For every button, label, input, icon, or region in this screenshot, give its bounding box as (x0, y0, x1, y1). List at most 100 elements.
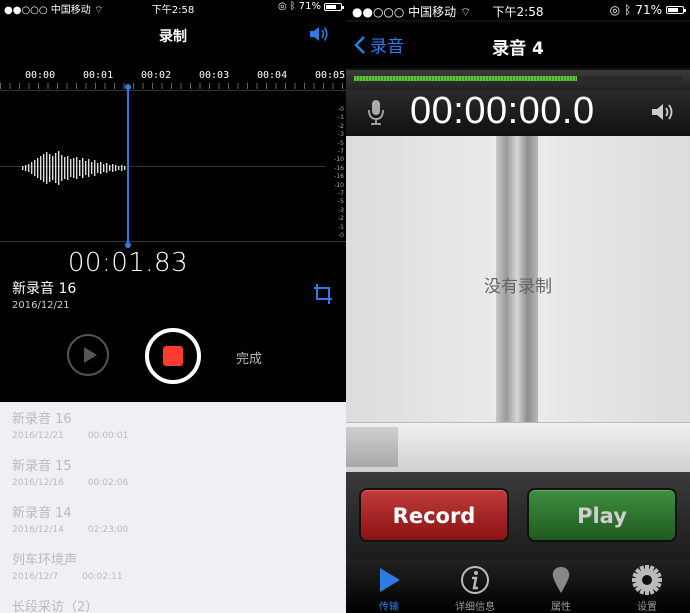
waveform-bar (97, 163, 99, 173)
playhead[interactable] (127, 86, 129, 246)
decibel-label: -1 (338, 114, 344, 122)
level-meter-strip (346, 70, 690, 92)
tab-properties[interactable]: 属性 (518, 564, 604, 613)
waveform-bar (25, 165, 27, 171)
gear-icon (632, 565, 662, 595)
waveform-bar (22, 166, 24, 170)
waveform-bar (55, 153, 57, 183)
bluetooth-icon: ᛒ (289, 1, 296, 12)
location-icon: ◎ (278, 1, 287, 12)
decibel-label: -7 (338, 148, 344, 156)
tab-settings[interactable]: 设置 (604, 564, 690, 613)
battery-percent: 71% (635, 3, 662, 17)
waveform-bar (124, 166, 126, 170)
stop-record-button[interactable] (145, 328, 201, 384)
speaker-icon[interactable] (650, 101, 676, 123)
control-buttons-area: Record Play (346, 472, 690, 560)
tab-transport[interactable]: 传输 (346, 564, 432, 613)
play-button[interactable]: Play (527, 488, 677, 542)
status-right: ◎ ᛒ 71% (278, 1, 344, 12)
waveform-bar (46, 152, 48, 184)
tab-details[interactable]: 详细信息 (432, 564, 518, 613)
decibel-label: -0 (338, 232, 344, 240)
battery-icon (666, 6, 686, 14)
list-item[interactable]: 新录音 15 2016/12/16 00:02:06 (12, 455, 332, 488)
decibel-label: -7 (338, 190, 344, 198)
speaker-icon[interactable] (308, 25, 330, 43)
stop-icon (163, 346, 183, 366)
recording-timer: 00:00:00.0 (410, 90, 595, 132)
status-bar: ●●○○○ 中国移动 ⌔ 下午2:58 ◎ ᛒ 71% (0, 0, 346, 16)
timeline-ruler[interactable]: 00:00 00:01 00:02 00:03 00:04 00:05 (0, 70, 346, 89)
location-icon: ◎ (609, 3, 621, 17)
waveform-bar (121, 165, 123, 171)
waveform-bar (43, 154, 45, 182)
waveform (22, 151, 129, 185)
tab-label: 属性 (551, 602, 571, 613)
voice-memos-recording-screen: ●●○○○ 中国移动 ⌔ 下午2:58 ◎ ᛒ 71% 录制 00:00 00:0… (0, 0, 346, 613)
empty-state-text: 没有录制 (484, 277, 552, 297)
decibel-label: -5 (338, 139, 344, 147)
list-item-date: 2016/12/14 (12, 525, 64, 535)
waveform-bar (49, 154, 51, 182)
list-item-duration: 00:02:11 (82, 572, 123, 582)
list-item[interactable]: 长段采访（2） (12, 596, 332, 613)
list-item-duration: 00:00:01 (87, 431, 129, 441)
timeline-label: 00:02 (141, 70, 172, 81)
waveform-bar (40, 156, 42, 180)
decibel-label: -16 (334, 173, 344, 181)
list-item-meta: 2016/12/14 02:23:00 (12, 525, 332, 535)
timeline-ticks (0, 83, 346, 89)
tab-label: 设置 (637, 602, 657, 613)
waveform-bar (88, 159, 90, 177)
waveform-bar (31, 162, 33, 174)
waveform-bar (64, 157, 66, 179)
waveform-bar (37, 158, 39, 178)
horizontal-rail-decoration (346, 422, 690, 472)
waveform-bar (82, 158, 84, 178)
waveform-bar (73, 158, 75, 178)
play-button[interactable] (67, 334, 109, 376)
waveform-bar (79, 160, 81, 176)
trim-icon[interactable] (312, 282, 334, 306)
list-item-duration: 02:23:00 (87, 525, 129, 535)
list-item-name: 列车环境声 (12, 553, 78, 568)
list-item-name: 长段采访（2） (12, 600, 99, 613)
list-item[interactable]: 列车环境声 2016/12/7 00:02:11 (12, 549, 332, 582)
level-meter (354, 76, 682, 81)
waveform-bar (70, 159, 72, 177)
recordings-content-area: 没有录制 (346, 136, 690, 472)
decibel-label: -10 (334, 181, 344, 189)
battery-percent: 71% (298, 1, 321, 12)
waveform-bar (100, 162, 102, 174)
status-right: ◎ ᛒ 71% (609, 3, 686, 17)
waveform-bar (118, 166, 120, 170)
waveform-bar (52, 156, 54, 180)
waveform-bar (103, 164, 105, 172)
list-item-name: 新录音 16 (12, 412, 72, 427)
waveform-bar (76, 157, 78, 179)
list-item[interactable]: 新录音 16 2016/12/21 00:00:01 (12, 408, 332, 441)
decibel-label: -16 (334, 164, 344, 172)
decibel-label: -3 (338, 206, 344, 214)
recording-name[interactable]: 新录音 16 (12, 278, 76, 298)
timeline-label: 00:05 (315, 70, 346, 81)
recordings-list[interactable]: 新录音 16 2016/12/21 00:00:01 新录音 15 2016/12/16… (0, 402, 346, 613)
done-button[interactable]: 完成 (236, 348, 262, 367)
waveform-bar (109, 165, 111, 171)
timeline-label: 00:00 (25, 70, 56, 81)
list-item-name: 新录音 15 (12, 459, 72, 474)
waveform-bar (91, 162, 93, 174)
status-bar: ●●○○○ 中国移动 ⌔ 下午2:58 ◎ ᛒ 71% (346, 0, 690, 20)
list-item-meta: 2016/12/7 00:02:11 (12, 572, 332, 582)
waveform-bar (85, 161, 87, 175)
recorder-app-screen: ●●○○○ 中国移动 ⌔ 下午2:58 ◎ ᛒ 71% 录音 录音 4 00:0… (346, 0, 690, 613)
tab-label: 传输 (379, 602, 399, 613)
record-button[interactable]: Record (359, 488, 509, 542)
list-item-date: 2016/12/7 (12, 572, 59, 582)
list-item[interactable]: 新录音 14 2016/12/14 02:23:00 (12, 502, 332, 535)
playhead-top-handle[interactable] (125, 84, 131, 90)
waveform-bar (112, 164, 114, 172)
timer-bar: 00:00:00.0 (346, 90, 690, 134)
navigation-bar: 录音 录音 4 (346, 22, 690, 68)
